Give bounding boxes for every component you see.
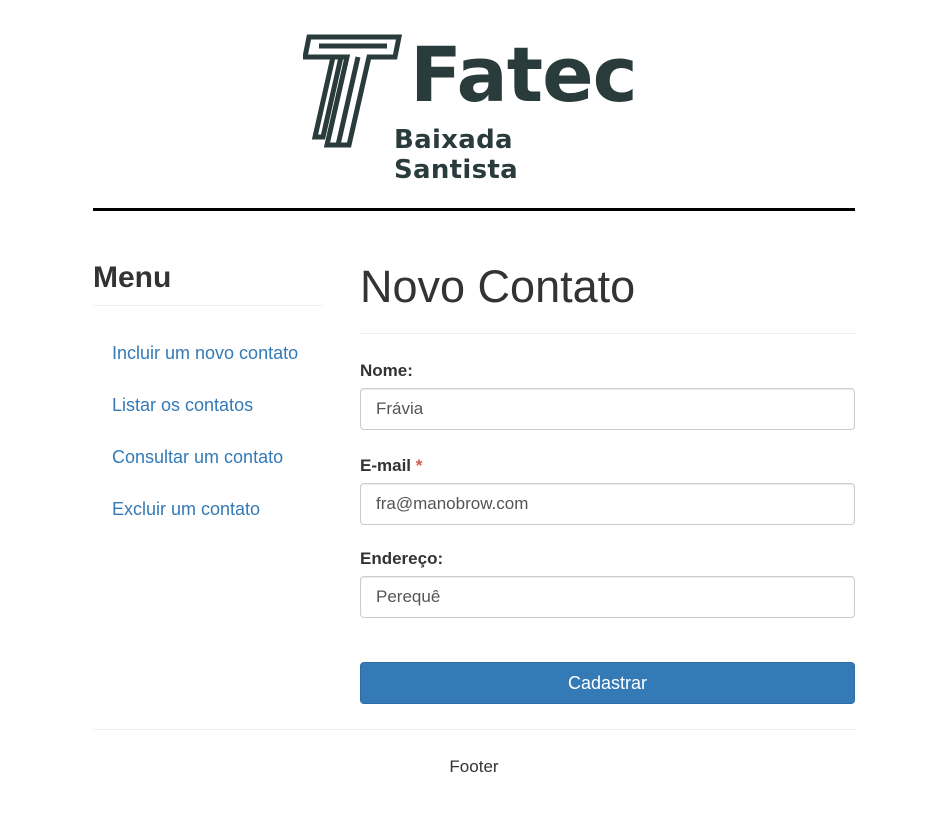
main-content: Novo Contato Nome: E-mail * Endereço: Ca… (360, 258, 855, 704)
address-input[interactable] (360, 576, 855, 618)
required-marker: * (415, 456, 423, 475)
list-item: Listar os contatos (93, 389, 323, 441)
menu-link-consultar[interactable]: Consultar um contato (93, 441, 323, 473)
menu-list: Incluir um novo contato Listar os contat… (93, 337, 323, 545)
email-group: E-mail * (360, 453, 855, 525)
list-item: Excluir um contato (93, 493, 323, 545)
footer: Footer (449, 757, 499, 776)
fatec-logo-mark-icon (303, 34, 403, 148)
menu-title: Menu (93, 258, 323, 306)
list-item: Consultar um contato (93, 441, 323, 493)
page-title: Novo Contato (360, 258, 855, 334)
address-label: Endereço: (360, 549, 444, 568)
sidebar-menu: Menu Incluir um novo contato Listar os c… (93, 258, 323, 545)
email-label-text: E-mail (360, 456, 412, 475)
menu-link-excluir[interactable]: Excluir um contato (93, 493, 323, 525)
name-label: Nome: (360, 361, 413, 380)
email-label: E-mail * (360, 453, 855, 479)
menu-link-incluir[interactable]: Incluir um novo contato (93, 337, 323, 369)
header-divider (93, 208, 855, 211)
email-input[interactable] (360, 483, 855, 525)
cadastrar-button[interactable]: Cadastrar (360, 662, 855, 704)
fatec-logo: Fatec Baixada Santista (303, 30, 639, 185)
contact-form: Nome: E-mail * Endereço: Cadastrar (360, 358, 855, 704)
list-item: Incluir um novo contato (93, 337, 323, 389)
name-group: Nome: (360, 358, 855, 430)
brand-name: Fatec (410, 30, 638, 119)
menu-link-listar[interactable]: Listar os contatos (93, 389, 323, 421)
address-group: Endereço: (360, 546, 855, 618)
footer-divider (93, 729, 855, 730)
name-input[interactable] (360, 388, 855, 430)
brand-subtitle: Baixada Santista (394, 125, 518, 185)
